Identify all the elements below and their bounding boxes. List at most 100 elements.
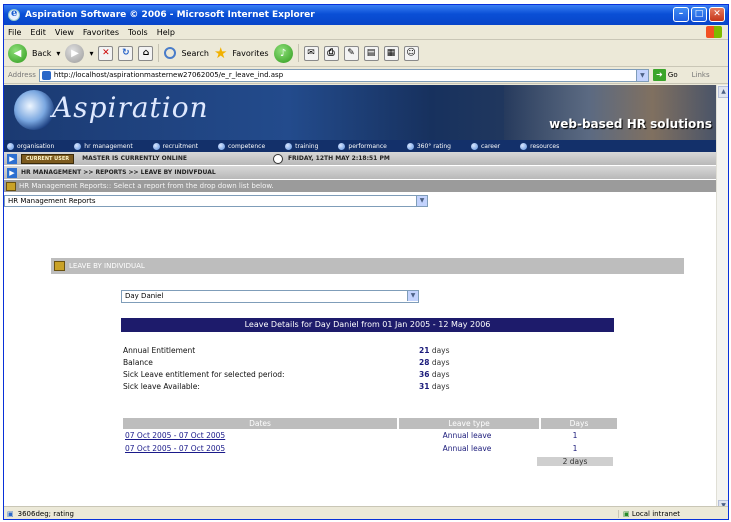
- report-select-value[interactable]: HR Management Reports: [8, 197, 96, 205]
- summary-row: Sick Leave entitlement for selected peri…: [123, 370, 463, 382]
- online-status: MASTER IS CURRENTLY ONLINE: [82, 155, 187, 162]
- close-button[interactable]: ✕: [709, 7, 725, 22]
- table-row: 07 Oct 2005 - 07 Oct 2005 Annual leave 1: [123, 442, 617, 455]
- forward-dropdown-icon[interactable]: ▾: [89, 49, 93, 58]
- back-arrow-icon[interactable]: ◀: [8, 43, 27, 63]
- leave-days-cell: 1: [572, 431, 578, 440]
- nav-competence[interactable]: competence: [217, 142, 265, 150]
- favorites-star-icon[interactable]: ★: [214, 44, 227, 62]
- current-user-badge: CURRENT USER: [21, 153, 75, 164]
- nav-hr-management[interactable]: hr management: [74, 142, 133, 150]
- address-dropdown-icon[interactable]: ▼: [635, 69, 648, 81]
- section-header: LEAVE BY INDIVIDUAL: [51, 258, 684, 274]
- summary-label: Balance: [123, 358, 153, 367]
- mail-icon[interactable]: ✉: [303, 45, 319, 61]
- employee-select-value[interactable]: Day Daniel: [125, 292, 163, 300]
- nav-bullet-icon: [74, 142, 82, 150]
- logo-orb-icon: [14, 90, 54, 130]
- leave-table: Dates Leave type Days 07 Oct 2005 - 07 O…: [123, 418, 617, 468]
- section-icon: [54, 261, 65, 271]
- home-icon[interactable]: ⌂: [138, 45, 154, 61]
- search-icon[interactable]: [164, 47, 177, 59]
- address-label: Address: [8, 71, 36, 79]
- menu-edit[interactable]: Edit: [30, 28, 46, 37]
- address-url[interactable]: http://localhost/aspirationmasternew2706…: [54, 71, 283, 79]
- page-status-icon: ▣: [7, 509, 14, 518]
- leave-dates-link[interactable]: 07 Oct 2005 - 07 Oct 2005: [123, 431, 397, 440]
- main-nav: organisation hr management recruitment c…: [4, 140, 716, 152]
- nav-bullet-icon: [217, 142, 225, 150]
- nav-organisation[interactable]: organisation: [7, 142, 54, 150]
- reports-icon: [6, 181, 16, 191]
- go-button[interactable]: ➜ Go: [652, 69, 678, 81]
- status-text: 3606deg; rating: [17, 509, 74, 518]
- windows-logo-icon: [706, 26, 722, 38]
- site-logo: Aspiration: [52, 91, 209, 124]
- nav-recruitment[interactable]: recruitment: [152, 142, 198, 150]
- user-status-bar: ▶ CURRENT USER MASTER IS CURRENTLY ONLIN…: [4, 152, 716, 166]
- nav-bullet-icon: [520, 142, 528, 150]
- stop-icon[interactable]: ✕: [98, 45, 114, 61]
- reports-bar: HR Management Reports:: Select a report …: [4, 180, 716, 192]
- nav-resources[interactable]: resources: [520, 142, 559, 150]
- scroll-up-icon[interactable]: ▲: [718, 86, 728, 98]
- nav-performance[interactable]: performance: [338, 142, 387, 150]
- links-button[interactable]: Links: [692, 71, 710, 79]
- nav-360-rating[interactable]: 360° rating: [406, 142, 451, 150]
- folder-icon[interactable]: ▤: [363, 45, 379, 61]
- forward-arrow-icon[interactable]: ▶: [65, 43, 85, 63]
- refresh-icon[interactable]: ↻: [118, 45, 134, 61]
- section-title: LEAVE BY INDIVIDUAL: [69, 262, 145, 270]
- employee-select[interactable]: Day Daniel ▼: [121, 290, 419, 303]
- summary-label: Sick leave Available:: [123, 382, 200, 391]
- nav-bullet-icon: [406, 142, 414, 150]
- nav-training[interactable]: training: [285, 142, 318, 150]
- menu-bar: File Edit View Favorites Tools Help: [4, 25, 728, 40]
- clock-icon: [272, 153, 283, 164]
- edit-icon[interactable]: ✎: [343, 45, 359, 61]
- menu-file[interactable]: File: [8, 28, 21, 37]
- column-header-days: Days: [541, 418, 617, 429]
- breadcrumb-bar: ▶ HR MANAGEMENT >> REPORTS >> LEAVE BY I…: [4, 166, 716, 180]
- summary-row: Annual Entitlement 21 days: [123, 346, 463, 358]
- window-title: Aspiration Software © 2006 - Microsoft I…: [25, 10, 315, 20]
- chevron-down-icon[interactable]: ▼: [416, 196, 427, 206]
- report-select[interactable]: HR Management Reports ▼: [4, 195, 428, 207]
- summary-row: Sick leave Available: 31 days: [123, 382, 463, 394]
- menu-tools[interactable]: Tools: [128, 28, 148, 37]
- arrow-icon: ▶: [7, 153, 17, 164]
- title-bar: Aspiration Software © 2006 - Microsoft I…: [4, 5, 728, 25]
- browser-window: Aspiration Software © 2006 - Microsoft I…: [3, 4, 729, 520]
- back-dropdown-icon[interactable]: ▾: [56, 49, 60, 58]
- table-header: Dates Leave type Days: [123, 418, 617, 429]
- vertical-scrollbar[interactable]: ▲ ▼: [716, 85, 728, 513]
- minimize-button[interactable]: –: [673, 7, 689, 22]
- summary-value: 31 days: [419, 382, 450, 391]
- menu-view[interactable]: View: [55, 28, 74, 37]
- leave-type-cell: Annual leave: [442, 444, 492, 453]
- research-icon[interactable]: ▦: [383, 45, 399, 61]
- menu-help[interactable]: Help: [157, 28, 175, 37]
- go-arrow-icon[interactable]: ➜: [652, 69, 666, 81]
- summary-value: 21 days: [419, 346, 450, 355]
- arrow-icon: ▶: [7, 167, 17, 178]
- address-field[interactable]: http://localhost/aspirationmasternew2706…: [38, 68, 649, 82]
- column-header-dates: Dates: [123, 418, 397, 429]
- summary-label: Annual Entitlement: [123, 346, 196, 355]
- media-icon[interactable]: ♪: [273, 43, 293, 63]
- print-icon[interactable]: ⎙: [323, 45, 339, 61]
- back-button[interactable]: Back: [32, 49, 51, 58]
- go-label[interactable]: Go: [668, 71, 678, 79]
- intranet-icon: ▣: [623, 509, 630, 518]
- leave-summary: Annual Entitlement 21 days Balance 28 da…: [123, 346, 463, 394]
- chevron-down-icon[interactable]: ▼: [407, 291, 418, 301]
- total-days: 2 days: [537, 457, 613, 466]
- maximize-button[interactable]: □: [691, 7, 707, 22]
- favorites-button[interactable]: Favorites: [232, 49, 268, 58]
- ie-icon: [8, 8, 20, 21]
- search-button[interactable]: Search: [181, 49, 208, 58]
- nav-career[interactable]: career: [470, 142, 500, 150]
- leave-dates-link[interactable]: 07 Oct 2005 - 07 Oct 2005: [123, 444, 397, 453]
- menu-favorites[interactable]: Favorites: [83, 28, 119, 37]
- messenger-icon[interactable]: ☺: [403, 45, 419, 61]
